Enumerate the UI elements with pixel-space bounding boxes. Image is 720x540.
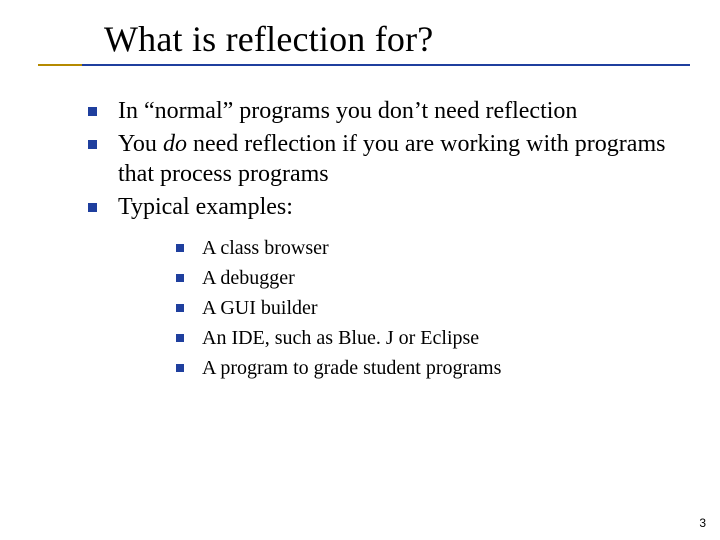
sub-bullet-list: A class browser A debugger A GUI builder… (118, 233, 680, 383)
list-item: Typical examples: A class browser A debu… (84, 192, 680, 383)
list-item: A program to grade student programs (172, 353, 680, 383)
bullet-text-part: need reflection if you are working with … (118, 131, 665, 188)
sub-bullet-text: A program to grade student programs (202, 357, 501, 379)
sub-bullet-text: A GUI builder (202, 297, 318, 319)
sub-bullet-text: A class browser (202, 237, 329, 259)
title-underline (38, 64, 690, 66)
slide: What is reflection for? In “normal” prog… (0, 0, 720, 540)
list-item: You do need reflection if you are workin… (84, 129, 680, 190)
slide-body: In “normal” programs you don’t need refl… (84, 96, 680, 385)
list-item: In “normal” programs you don’t need refl… (84, 96, 680, 127)
bullet-text: Typical examples: (118, 194, 293, 220)
list-item: A debugger (172, 263, 680, 293)
bullet-list: In “normal” programs you don’t need refl… (84, 96, 680, 383)
list-item: A GUI builder (172, 293, 680, 323)
sub-bullet-text: A debugger (202, 267, 295, 289)
bullet-text: In “normal” programs you don’t need refl… (118, 98, 577, 124)
sub-bullet-text: An IDE, such as Blue. J or Eclipse (202, 327, 479, 349)
bullet-text-part: You (118, 131, 163, 157)
bullet-text-emphasis: do (163, 131, 187, 157)
title-block: What is reflection for? (38, 18, 690, 66)
list-item: A class browser (172, 233, 680, 263)
slide-title: What is reflection for? (38, 18, 690, 62)
list-item: An IDE, such as Blue. J or Eclipse (172, 323, 680, 353)
page-number: 3 (699, 516, 706, 530)
